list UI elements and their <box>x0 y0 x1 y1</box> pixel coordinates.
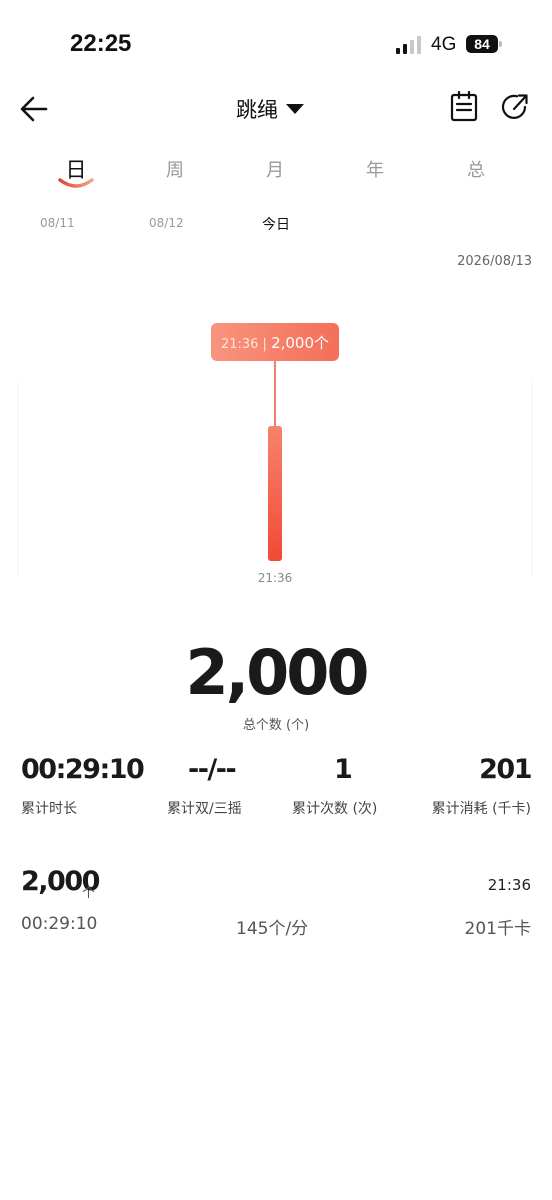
share-button[interactable] <box>499 91 531 123</box>
chart-svg: 21:36 | 2,000个 21:36 <box>17 323 533 585</box>
stat-double-triple-label: 累计双/三摇 <box>167 801 242 817</box>
calendar-button[interactable] <box>449 90 479 123</box>
chart-bar-2136[interactable] <box>268 426 282 561</box>
share-icon <box>501 94 528 119</box>
date-today[interactable]: 今日 <box>262 214 290 234</box>
sport-type-selector[interactable]: 跳绳 <box>236 94 304 124</box>
tab-week[interactable]: 周 <box>145 156 205 182</box>
battery-icon: 84 <box>466 35 498 53</box>
record-unit: 个 <box>82 886 96 901</box>
stat-sessions-value: 1 <box>334 754 353 785</box>
record-calories: 201千卡 <box>464 919 531 939</box>
stat-double-triple-value: --/-- <box>188 754 237 785</box>
calendar-icon <box>450 90 478 122</box>
tab-year[interactable]: 年 <box>345 156 405 182</box>
full-date: 2026/08/13 <box>457 254 532 269</box>
arrow-left-icon <box>20 96 48 122</box>
nav-bar: 跳绳 <box>0 80 552 136</box>
tooltip-label: 21:36 | 2,000个 <box>221 334 329 352</box>
tab-month[interactable]: 月 <box>245 156 305 182</box>
date-selector: 08/11 08/12 今日 <box>0 212 552 238</box>
status-bar: 22:25 4G 84 <box>0 0 552 80</box>
stat-duration-label: 累计时长 <box>21 801 77 817</box>
record-time: 21:36 <box>487 876 531 894</box>
page-title: 跳绳 <box>236 98 278 122</box>
tab-total[interactable]: 总 <box>446 156 506 182</box>
network-type: 4G <box>431 34 457 55</box>
total-count: 2,000 <box>185 636 369 709</box>
record-duration: 00:29:10 <box>21 914 98 934</box>
signal-icon <box>396 36 424 54</box>
stat-sessions-label: 累计次数 (次) <box>292 801 378 817</box>
stat-duration-value: 00:29:10 <box>21 754 145 785</box>
stat-calories-value: 201 <box>479 754 532 785</box>
x-tick-label: 21:36 <box>258 571 293 585</box>
record-list-item[interactable]: 2,000 个 21:36 00:29:10 145个/分 201千卡 <box>0 860 552 950</box>
date-0811[interactable]: 08/11 <box>40 216 75 230</box>
total-count-label: 总个数 (个) <box>242 718 310 733</box>
tab-indicator <box>58 178 94 188</box>
date-0812[interactable]: 08/12 <box>149 216 184 230</box>
battery-tip <box>499 41 502 47</box>
activity-chart[interactable]: 21:36 | 2,000个 21:36 <box>0 310 552 610</box>
status-time: 22:25 <box>70 30 132 57</box>
caret-down-icon <box>286 104 304 114</box>
record-rate: 145个/分 <box>236 919 309 939</box>
period-tabs: 日 周 月 年 总 <box>0 150 552 200</box>
stat-calories-label: 累计消耗 (千卡) <box>431 801 531 817</box>
back-button[interactable] <box>18 92 52 126</box>
